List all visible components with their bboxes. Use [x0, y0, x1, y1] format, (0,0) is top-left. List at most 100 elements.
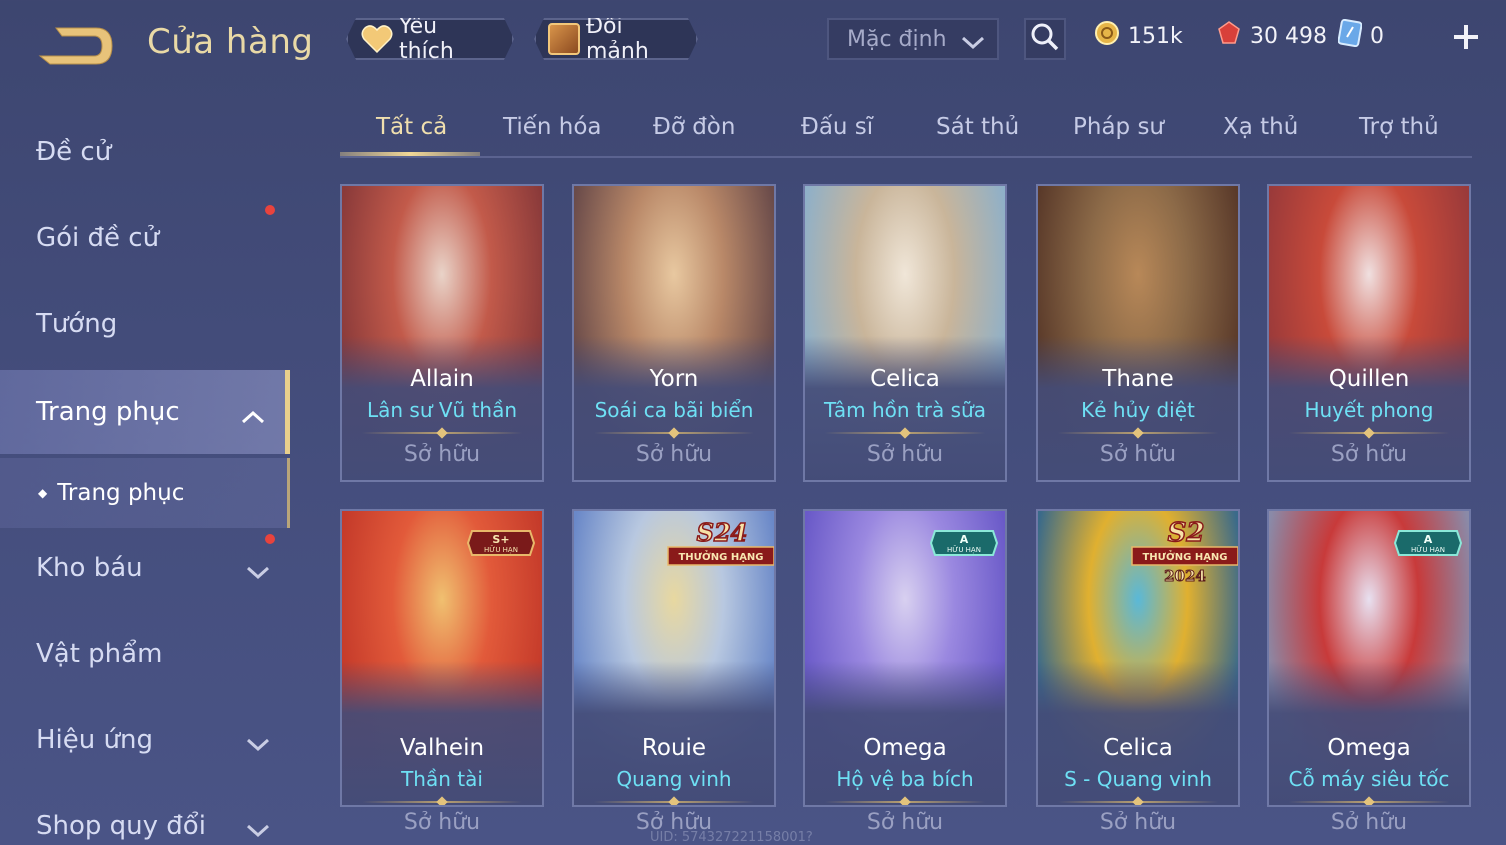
skin-card[interactable]: Thane Kẻ hủy diệt Sở hữu: [1036, 184, 1240, 482]
plus-icon: [1451, 25, 1481, 56]
owned-status: Sở hữu: [403, 810, 481, 835]
skin-card[interactable]: Quillen Huyết phong Sở hữu: [1267, 184, 1471, 482]
tab-support[interactable]: Trợ thủ: [1359, 114, 1439, 140]
sidebar-item-label: Kho báu: [36, 553, 143, 583]
skin-name: Soái ca bãi biển: [594, 398, 754, 422]
skin-grid: Allain Lân sư Vũ thần Sở hữu Yorn Soái c…: [340, 184, 1472, 845]
owned-status: Sở hữu: [1099, 810, 1177, 835]
badge-tier: A: [1424, 533, 1433, 546]
tier-badge-a: A HỮU HẠN: [929, 530, 999, 556]
add-currency-button[interactable]: [1451, 22, 1481, 52]
skin-card[interactable]: S2 THƯỞNG HẠNG 2024 Celica S - Quang vin…: [1036, 509, 1240, 807]
sidebar-item-label: Shop quy đổi: [36, 811, 206, 841]
shard-chest-icon: [548, 22, 580, 56]
shard-exchange-button[interactable]: Đổi mảnh: [534, 18, 698, 60]
sidebar-item-label: Trang phục: [36, 397, 180, 427]
search-icon: [1030, 22, 1060, 56]
chevron-up-icon: [241, 402, 265, 432]
tab-evolution[interactable]: Tiến hóa: [503, 114, 602, 140]
sidebar-item-items[interactable]: Vật phẩm: [0, 614, 290, 694]
ruby-icon: [1216, 20, 1242, 52]
crystal-voucher-icon: [1337, 18, 1363, 53]
skin-card[interactable]: Allain Lân sư Vũ thần Sở hữu: [340, 184, 544, 482]
favorite-button[interactable]: Yêu thích: [346, 18, 514, 60]
gold-amount: 151k: [1128, 23, 1183, 49]
badge-caption: HỮU HẠN: [484, 545, 518, 554]
badge-caption: HỮU HẠN: [1411, 545, 1445, 554]
search-button[interactable]: [1024, 18, 1066, 60]
tab-marksman[interactable]: Xạ thủ: [1223, 114, 1298, 140]
skin-name: Tâm hồn trà sữa: [824, 398, 986, 422]
back-arrow-icon[interactable]: [36, 22, 116, 66]
chevron-down-icon: [246, 816, 270, 845]
tab-fighter[interactable]: Đấu sĩ: [801, 114, 873, 140]
sidebar-item-label: Đề cử: [36, 137, 112, 167]
page-title: Cửa hàng: [147, 22, 314, 62]
chevron-down-icon: [961, 32, 985, 57]
badge-season: S24: [697, 518, 748, 547]
sort-dropdown[interactable]: Mặc định: [827, 18, 999, 60]
gold-currency: 151k: [1094, 20, 1183, 52]
skin-name: Hộ vệ ba bích: [836, 767, 974, 791]
sidebar: Đề cử Gói đề cử Tướng Trang phục ◆ Trang…: [0, 100, 290, 845]
sidebar-item-label: Hiệu ứng: [36, 725, 153, 755]
ruby-amount: 30 498: [1250, 23, 1327, 49]
bullet-icon: ◆: [38, 486, 48, 500]
hero-name: Celica: [1103, 735, 1173, 761]
shard-label: Đổi mảnh: [586, 14, 649, 64]
skin-name: Quang vinh: [616, 767, 732, 791]
sidebar-item-heroes[interactable]: Tướng: [0, 284, 290, 364]
skin-name: Kẻ hủy diệt: [1081, 398, 1195, 422]
skin-card[interactable]: Yorn Soái ca bãi biển Sở hữu: [572, 184, 776, 482]
owned-status: Sở hữu: [1099, 442, 1177, 467]
sidebar-subitem-skins[interactable]: ◆ Trang phục: [0, 458, 290, 528]
sidebar-item-recommended[interactable]: Đề cử: [0, 112, 290, 192]
skin-card[interactable]: S24 THƯỞNG HẠNG Rouie Quang vinh: [572, 509, 776, 807]
owned-status: Sở hữu: [866, 442, 944, 467]
hero-name: Yorn: [649, 366, 699, 392]
owned-status: Sở hữu: [635, 442, 713, 467]
hero-name: Quillen: [1328, 366, 1410, 392]
badge-caption: THƯỞNG HẠNG: [1142, 549, 1227, 563]
skin-card[interactable]: A HỮU HẠN Omega Cỗ máy siêu tốc: [1267, 509, 1471, 807]
crystal-currency: 0: [1337, 18, 1384, 53]
top-bar: Cửa hàng Yêu thích Đổi mảnh Mặc định 151…: [0, 0, 1506, 80]
badge-season: S2: [1168, 518, 1205, 548]
hero-name: Valhein: [399, 735, 485, 761]
skin-name: Thần tài: [401, 767, 483, 791]
badge-caption: THƯỞNG HẠNG: [678, 549, 763, 563]
badge-year: 2024: [1164, 567, 1206, 585]
hero-name: Allain: [410, 366, 474, 392]
skin-name: Cỗ máy siêu tốc: [1288, 767, 1450, 791]
chevron-down-icon: [246, 558, 270, 588]
skin-card[interactable]: Celica Tâm hồn trà sữa Sở hữu: [803, 184, 1007, 482]
owned-status: Sở hữu: [1330, 442, 1408, 467]
heart-icon: [360, 22, 393, 56]
hero-name: Omega: [863, 735, 947, 761]
hero-name: Celica: [870, 366, 940, 392]
tab-tank[interactable]: Đỡ đòn: [653, 114, 735, 140]
sidebar-item-recommended-packs[interactable]: Gói đề cử: [0, 198, 290, 278]
sort-value: Mặc định: [847, 26, 947, 52]
badge-caption: HỮU HẠN: [947, 545, 981, 554]
sidebar-item-exchange-shop[interactable]: Shop quy đổi: [0, 786, 290, 845]
notification-dot: [265, 534, 275, 544]
skin-name: Huyết phong: [1304, 398, 1434, 422]
notification-dot: [265, 205, 275, 215]
owned-status: Sở hữu: [403, 442, 481, 467]
sidebar-item-label: Vật phẩm: [36, 639, 163, 669]
hero-name: Thane: [1102, 366, 1174, 392]
sidebar-item-treasure[interactable]: Kho báu: [0, 528, 290, 608]
sidebar-item-skins[interactable]: Trang phục: [0, 370, 290, 454]
tab-mage[interactable]: Pháp sư: [1073, 114, 1164, 140]
badge-tier: A: [960, 533, 969, 546]
tab-all[interactable]: Tất cả: [376, 114, 447, 140]
gold-coin-icon: [1094, 20, 1120, 52]
sidebar-item-effects[interactable]: Hiệu ứng: [0, 700, 290, 780]
tab-assassin[interactable]: Sát thủ: [936, 114, 1019, 140]
skin-card[interactable]: A HỮU HẠN Omega Hộ vệ ba bích: [803, 509, 1007, 807]
skin-card[interactable]: S+ HỮU HẠN Valhein Thần tài: [340, 509, 544, 807]
season-reward-badge: S2 THƯỞNG HẠNG 2024: [1131, 517, 1238, 586]
ruby-currency: 30 498: [1216, 20, 1327, 52]
owned-status: Sở hữu: [866, 810, 944, 835]
